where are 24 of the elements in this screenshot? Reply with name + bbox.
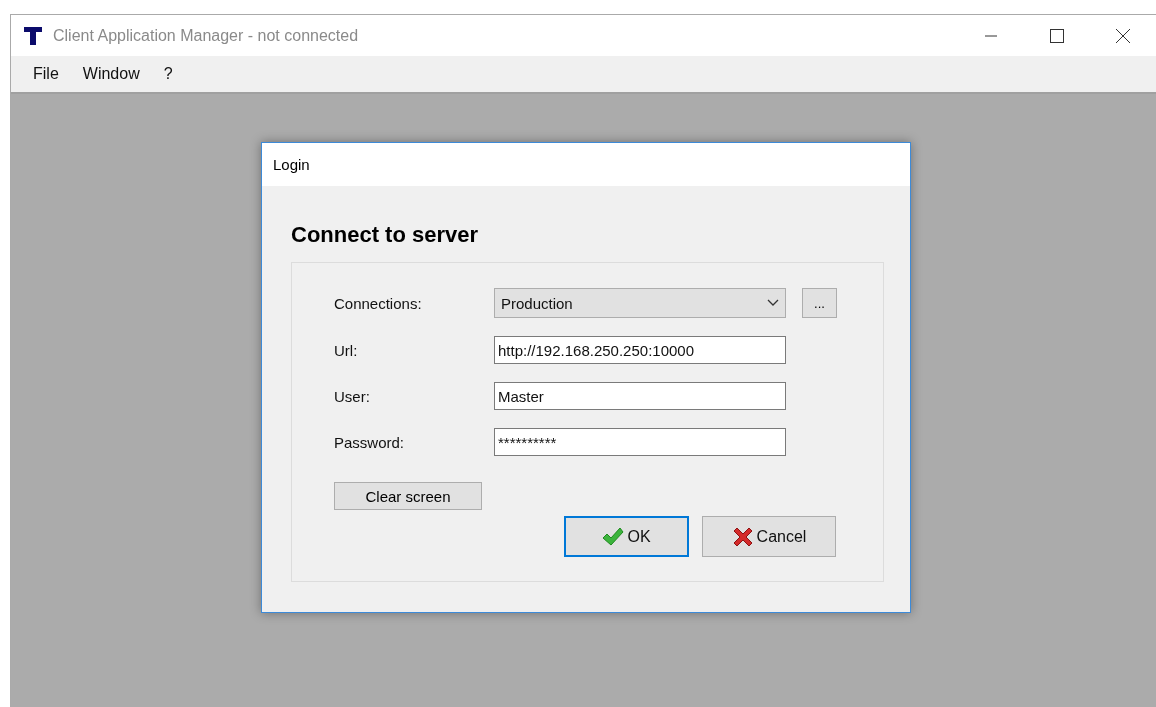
- window-title: Client Application Manager - not connected: [53, 26, 359, 45]
- menu-item[interactable]: ?: [151, 65, 185, 83]
- connections-dropdown[interactable]: Production: [494, 288, 786, 318]
- ok-button[interactable]: OK: [564, 516, 689, 557]
- field-label: User:: [334, 387, 371, 405]
- menu-item[interactable]: Window: [70, 65, 152, 83]
- field-label: Password:: [334, 433, 406, 451]
- clear-screen-button[interactable]: Clear screen: [334, 482, 482, 510]
- dialog-title: Login: [273, 156, 310, 173]
- chevron-down-icon: [767, 299, 779, 307]
- browse-button[interactable]: ...: [802, 288, 837, 318]
- checkmark-icon: [602, 526, 625, 547]
- input-field[interactable]: Master: [494, 382, 786, 410]
- input-field[interactable]: http://192.168.250.250:10000: [494, 336, 786, 364]
- dialog-heading: Connect to server: [291, 222, 480, 248]
- menu-item[interactable]: File: [21, 65, 71, 83]
- password-field[interactable]: **********: [494, 428, 786, 456]
- app-logo-icon: [23, 25, 43, 46]
- field-label: Connections:: [334, 294, 423, 312]
- maximize-icon: [1050, 28, 1064, 43]
- cancel-button[interactable]: Cancel: [702, 516, 836, 557]
- close-icon: [1116, 28, 1130, 43]
- cross-icon: [731, 525, 754, 548]
- field-label: Url:: [334, 341, 359, 359]
